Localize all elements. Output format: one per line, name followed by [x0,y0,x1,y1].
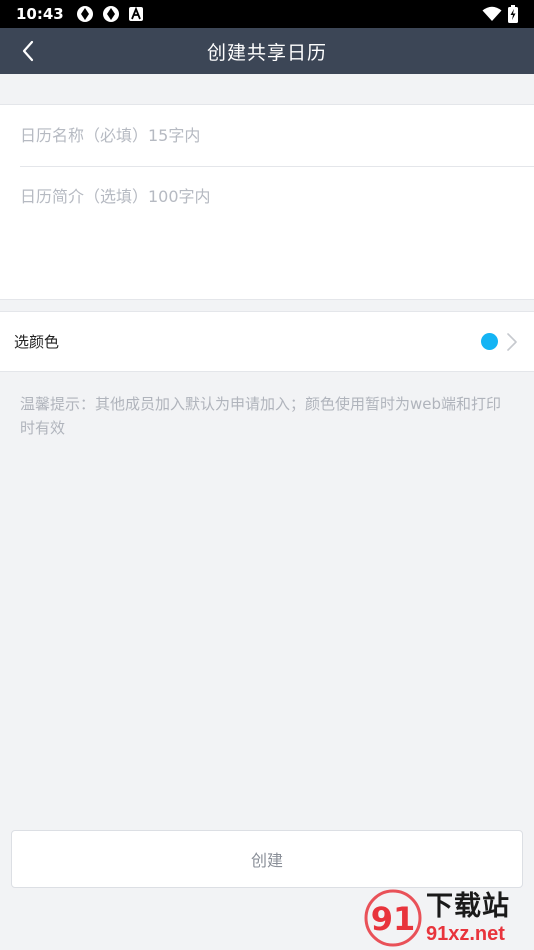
watermark-domain: 91xz.net [426,922,505,945]
status-time: 10:43 [16,5,64,23]
watermark-title: 下载站 [426,890,510,922]
svg-text:91: 91 [371,900,416,938]
tip-text: 温馨提示：其他成员加入默认为申请加入；颜色使用暂时为web端和打印时有效 [20,395,502,437]
watermark: 91 下载站 91xz.net [362,888,534,948]
watermark-logo-icon: 91 [364,889,422,947]
create-button[interactable]: 创建 [11,830,523,888]
status-icons-right [482,5,518,23]
sync-icon [76,6,93,22]
battery-charging-icon [508,5,518,23]
calendar-form [0,104,534,300]
selected-color-swatch [481,333,498,350]
chevron-right-icon [506,332,520,352]
app-header: 创建共享日历 [0,28,534,74]
back-button[interactable] [10,28,46,74]
chevron-left-icon [22,40,34,62]
calendar-name-input[interactable] [20,105,534,167]
status-icons-left [76,5,144,23]
color-picker-label: 选颜色 [14,333,60,351]
wifi-icon [482,6,502,21]
color-picker-row[interactable]: 选颜色 [0,311,534,372]
sync-icon [102,6,119,22]
text-a-icon [128,6,143,21]
page-title: 创建共享日历 [206,41,327,64]
status-bar: 10:43 [0,0,534,28]
calendar-description-input[interactable] [20,183,520,283]
